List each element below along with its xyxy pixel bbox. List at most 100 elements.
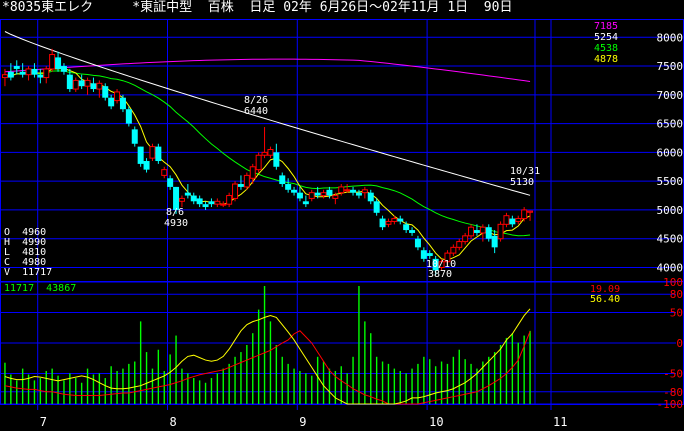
candle-body: [373, 201, 380, 213]
volume-bar: [222, 368, 224, 404]
volume-bar: [134, 361, 136, 404]
volume-bar: [322, 361, 325, 404]
volume-bar: [193, 378, 195, 404]
candle-body: [515, 218, 522, 222]
volume-bar: [352, 356, 354, 404]
month-label: 11: [553, 415, 567, 429]
volume-bar: [181, 368, 183, 404]
candle-body: [131, 129, 138, 144]
volume-bar: [33, 380, 36, 404]
chart-window: 8000 7500 7000 6500 6000 5500 5000 4500 4000 100 8…: [0, 0, 684, 431]
candle-body: [420, 250, 427, 259]
candle-body: [426, 253, 433, 256]
volume-bar: [263, 286, 266, 404]
volume-bar: [305, 373, 307, 404]
annotation-price: 6440: [244, 106, 269, 117]
volume-bar: [370, 333, 372, 404]
chart-title: *8035東エレク *東証中型 百株 日足 02年 6月26日～02年11月 1…: [2, 0, 513, 15]
candle-body: [66, 74, 73, 90]
ma-legend-value: 4538: [594, 43, 619, 54]
volume-bar: [246, 345, 248, 404]
candle-body: [125, 109, 132, 124]
volume-bar: [399, 370, 401, 404]
annotation-price: 3870: [428, 269, 453, 280]
volume-bar: [240, 352, 242, 404]
candle-body: [409, 230, 416, 233]
volume-bar: [287, 363, 289, 404]
osc-tick-label: -100: [657, 398, 684, 411]
osc-tick-label: 50: [670, 307, 683, 320]
volume-bar: [429, 359, 431, 404]
volume-bar: [145, 352, 148, 404]
volume-bar: [257, 309, 260, 404]
ma-legend-value: 7185: [594, 21, 619, 32]
candle-body: [25, 68, 32, 76]
volume-bar: [204, 382, 207, 404]
ma-longest-line: [4, 58, 531, 82]
volume-bar: [358, 286, 360, 404]
candle-body: [220, 203, 227, 206]
candle-body: [367, 192, 374, 202]
price-tick-label: 4000: [657, 261, 684, 274]
candle-body: [43, 68, 50, 79]
volume-bar: [493, 352, 496, 404]
volume-bar: [16, 380, 18, 404]
volume-bar: [45, 370, 47, 404]
volume-bar: [228, 363, 230, 404]
volume-bar: [169, 354, 171, 404]
candle-body: [279, 175, 286, 185]
osc-tick-label: 0: [676, 337, 683, 350]
candle-body: [232, 183, 239, 199]
volume-readout: 11717 43867: [4, 283, 77, 294]
volume-bar: [293, 368, 295, 404]
candle-body: [450, 246, 457, 254]
volume-bar: [110, 366, 112, 404]
volume-bar: [4, 362, 6, 404]
candle-body: [1, 74, 8, 79]
oscillator-yellow-line: [4, 308, 531, 405]
osc-tick-label: 80: [670, 288, 683, 301]
candle-body: [267, 149, 274, 156]
volume-bar: [311, 375, 313, 404]
candle-body: [320, 192, 327, 197]
volume-bar: [299, 370, 301, 404]
candle-body: [178, 197, 185, 202]
volume-bar: [151, 368, 154, 404]
candle-body: [161, 169, 168, 176]
candle-body: [521, 209, 528, 220]
candle-body: [7, 71, 14, 78]
candle-body: [72, 79, 79, 90]
osc-tick-label: -50: [663, 368, 683, 381]
candle-body: [350, 189, 357, 193]
annotation-price: 4930: [164, 218, 189, 229]
volume-bar: [505, 337, 508, 404]
candle-body: [509, 218, 516, 225]
candle-body: [503, 215, 510, 225]
candle-body: [167, 178, 174, 187]
volume-bar: [328, 368, 331, 404]
volume-bar: [488, 356, 490, 404]
annotation-date: 8/6: [166, 207, 185, 218]
candle-body: [273, 152, 280, 167]
candle-body: [314, 192, 321, 196]
volume-bar: [104, 378, 106, 404]
ohlc-label: V: [4, 267, 11, 278]
candle-body: [114, 91, 121, 102]
stock-chart[interactable]: 8000750070006500600055005000450040001008…: [0, 0, 684, 431]
volume-bar: [75, 378, 77, 404]
volume-bar: [86, 368, 89, 404]
candle-body: [202, 204, 209, 208]
candle-body: [414, 238, 421, 248]
volume-bar: [393, 368, 396, 404]
candle-body: [491, 235, 498, 248]
price-tick-label: 6500: [657, 118, 684, 131]
candle-body: [302, 201, 309, 205]
price-tick-label: 6000: [657, 146, 684, 159]
volume-bar: [381, 361, 384, 404]
volume-bar: [80, 382, 83, 404]
volume-bar: [51, 368, 53, 404]
volume-bar: [122, 368, 124, 404]
volume-bar: [157, 349, 160, 404]
volume-bar: [499, 345, 502, 404]
candle-body: [78, 80, 85, 87]
